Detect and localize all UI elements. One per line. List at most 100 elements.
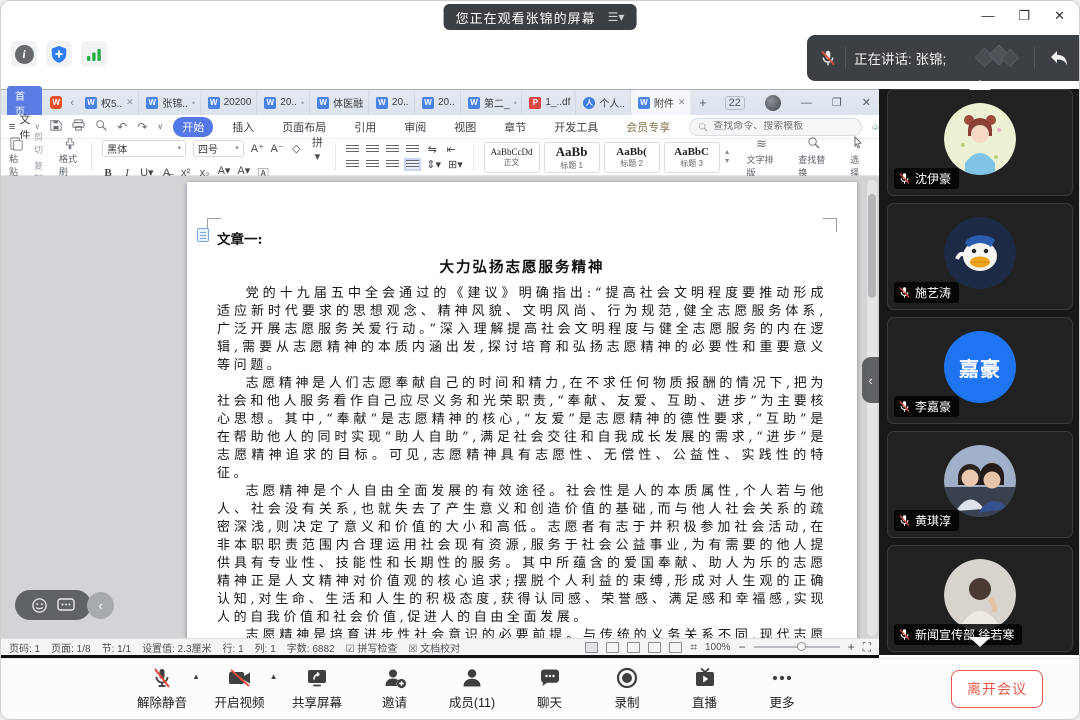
close-button[interactable]: ✕ [1054,9,1065,23]
doc-tab[interactable]: W20..• [257,90,310,115]
text-layout-button[interactable]: ≋ 文字排版 [741,136,783,179]
doc-tab[interactable]: W张锦..• [139,90,200,115]
redo-icon[interactable]: ↷ [137,120,147,134]
increase-indent-icon[interactable] [406,145,419,154]
new-tab-button[interactable]: + [691,95,715,110]
viewing-banner[interactable]: 您正在观看张锦的屏幕 ☰▾ [444,4,637,30]
zoom-level[interactable]: 100% [705,642,731,653]
ribbon-tab-devtools[interactable]: 开发工具 [545,117,607,137]
ribbon-tab-view[interactable]: 视图 [445,117,485,137]
doc-tab[interactable]: W20200 [201,90,258,115]
wps-close-button[interactable]: ✕ [862,96,871,109]
grow-font-button[interactable]: A⁺ [251,142,264,155]
font-size-select[interactable]: 四号▾ [193,140,244,157]
security-shield-icon[interactable] [46,41,72,67]
format-painter-button[interactable]: 格式刷 [59,137,81,178]
print-preview-icon[interactable] [95,119,107,134]
style-heading1[interactable]: AaBb 标题 1 [544,142,600,173]
find-replace-button[interactable]: 查找替换 [792,136,834,179]
align-center-icon[interactable] [366,160,379,169]
cut-button[interactable]: 剪切 [34,130,49,156]
tab-scroll-left-icon[interactable]: ‹ [70,97,74,109]
outline-view-icon[interactable] [606,642,619,653]
proofing-toggle[interactable]: ☒ 文档校对 [408,640,460,655]
document-area[interactable]: 文章一: 大力弘扬志愿服务精神 党的十九届五中全会通过的《建议》明确指出:“提高… [1,176,879,638]
banner-menu-icon[interactable]: ☰▾ [608,10,625,24]
live-stream-button[interactable]: 直播 [679,666,731,711]
participant-tile[interactable]: 沈伊豪 [887,89,1073,196]
tab-count-badge[interactable]: 22 [725,96,745,110]
print-icon[interactable] [72,119,85,134]
fullscreen-icon[interactable]: ⛶ [863,640,871,655]
doc-tab[interactable]: W20.. [369,90,415,115]
web-view-icon[interactable] [648,642,661,653]
wps-app-icon[interactable]: W [50,96,62,109]
camera-options-arrow[interactable]: ▲ [270,672,278,681]
fit-page-icon[interactable]: ⌗ [690,640,697,655]
mic-options-arrow[interactable]: ▲ [192,672,200,681]
minimize-button[interactable]: — [981,9,994,23]
phonetic-guide-button[interactable]: 拼▾ [309,134,325,163]
zoom-in-button[interactable]: + [848,640,855,654]
doc-tab[interactable]: W权5..✕ [78,90,139,115]
collapse-float-button[interactable]: ‹ [87,592,114,619]
zoom-slider[interactable] [754,646,840,648]
wps-account-avatar[interactable] [765,95,781,111]
ink-icon[interactable] [669,642,682,653]
spellcheck-toggle[interactable]: ☑ 拼写检查 [346,640,398,655]
style-up-icon[interactable]: ▲ [724,149,731,156]
status-wordcount[interactable]: 字数: 6882 [287,640,335,655]
search-input[interactable] [713,121,853,132]
align-right-icon[interactable] [386,160,399,169]
leave-meeting-button[interactable]: 离开会议 [951,670,1043,708]
bullet-list-icon[interactable] [346,145,359,154]
wps-minimize-button[interactable]: — [801,97,812,109]
account-tab[interactable]: 人个人.. [576,90,631,115]
start-video-button[interactable]: 开启视频 ▲ [214,666,266,711]
reply-arrow-icon[interactable] [1049,49,1069,67]
text-direction-icon[interactable]: ⇋ [426,143,438,156]
scroll-down-arrow[interactable] [969,637,991,647]
tab-close-icon[interactable]: ✕ [126,97,134,108]
participant-tile[interactable]: 嘉豪 李嘉豪 [887,317,1073,424]
justify-icon[interactable] [406,160,419,169]
style-normal[interactable]: AaBbCcDd 正文 [484,142,540,173]
doc-tab[interactable]: W20.. [415,90,461,115]
participant-tile[interactable]: 新闻宣传部 徐若寒 [887,545,1073,652]
zoom-slider-knob[interactable] [797,642,806,651]
ribbon-tab-review[interactable]: 审阅 [395,117,435,137]
doc-tab[interactable]: W体医融 [310,90,369,115]
document-page[interactable]: 文章一: 大力弘扬志愿服务精神 党的十九届五中全会通过的《建议》明确指出:“提高… [187,182,857,638]
record-button[interactable]: 录制 [601,666,653,711]
doc-tab-active[interactable]: W附件✕ [631,90,691,115]
command-search[interactable] [689,118,862,136]
shrink-font-button[interactable]: A⁻ [271,142,284,155]
wps-maximize-button[interactable]: ❐ [832,96,842,109]
members-button[interactable]: 成员(11) [446,666,498,711]
ribbon-tab-membership[interactable]: 会员专享 [617,117,679,137]
doc-tab[interactable]: W第二_• [461,90,522,115]
page-view-icon[interactable] [585,642,598,653]
ribbon-tab-section[interactable]: 章节 [495,117,535,137]
pdf-tab[interactable]: P1_..df [522,90,576,115]
panel-collapse-handle[interactable]: ‹ [862,357,879,403]
decrease-indent-icon[interactable] [386,145,399,154]
tab-close-icon[interactable]: ✕ [678,97,686,108]
network-signal-icon[interactable] [81,41,107,67]
share-screen-button[interactable]: 共享屏幕 [291,666,343,711]
align-left-icon[interactable] [346,160,359,169]
chat-button[interactable]: 聊天 [524,666,576,711]
ribbon-tab-references[interactable]: 引用 [345,117,385,137]
font-name-select[interactable]: 黑体▾ [102,140,186,157]
meeting-info-icon[interactable]: i [11,41,37,67]
more-button[interactable]: 更多 [756,666,808,711]
scroll-up-arrow[interactable] [969,80,991,90]
undo-icon[interactable]: ↶ [117,120,127,134]
participant-tile[interactable]: 黄琪淳 [887,431,1073,538]
invite-button[interactable]: 邀请 [369,666,421,711]
unmute-button[interactable]: 解除静音 ▲ [136,666,188,711]
style-down-icon[interactable]: ▼ [724,158,731,165]
borders-icon[interactable]: ⊞▾ [448,158,463,171]
style-heading3[interactable]: AaBbC 标题 3 [664,142,720,173]
caption-keyboard-icon[interactable] [57,598,75,612]
